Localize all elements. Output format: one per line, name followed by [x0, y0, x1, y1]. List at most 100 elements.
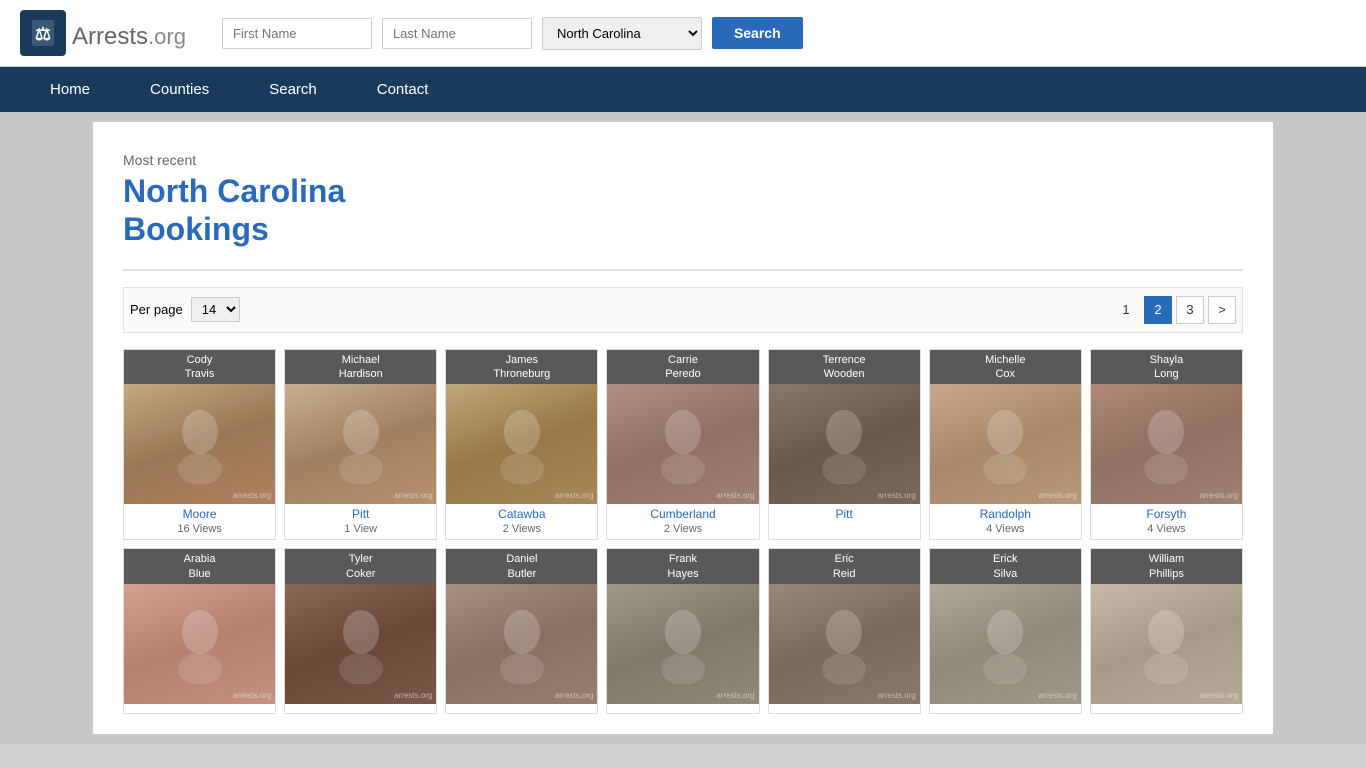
watermark: arrests.org — [555, 491, 593, 500]
per-page-area: Per page 142856 — [130, 297, 240, 322]
booking-card[interactable]: Michael Hardison arrests.org Pitt1 View — [284, 349, 437, 541]
watermark: arrests.org — [877, 691, 915, 700]
watermark: arrests.org — [233, 691, 271, 700]
booking-views — [446, 708, 597, 713]
per-page-label: Per page — [130, 302, 183, 317]
booking-views: 2 Views — [607, 522, 758, 539]
booking-name-top: Erick Silva — [930, 549, 1081, 584]
booking-views — [607, 708, 758, 713]
booking-card[interactable]: Terrence Wooden arrests.org Pitt — [768, 349, 921, 541]
booking-name-top: Tyler Coker — [285, 549, 436, 584]
booking-name-top: Shayla Long — [1091, 350, 1242, 385]
watermark: arrests.org — [716, 491, 754, 500]
booking-views — [124, 708, 275, 713]
booking-photo: arrests.org — [930, 384, 1081, 504]
booking-name-top: William Phillips — [1091, 549, 1242, 584]
booking-county: Pitt — [285, 504, 436, 522]
booking-photo: arrests.org — [607, 584, 758, 704]
booking-county: Catawba — [446, 504, 597, 522]
booking-county: Forsyth — [1091, 504, 1242, 522]
booking-name-top: Daniel Butler — [446, 549, 597, 584]
booking-views — [1091, 708, 1242, 713]
page-title-line2: Bookings — [123, 211, 269, 247]
booking-card[interactable]: Eric Reid arrests.org — [768, 548, 921, 714]
page-title-line1: North Carolina — [123, 173, 345, 209]
state-select[interactable]: North CarolinaAlabamaAlaskaArizonaArkans… — [542, 17, 702, 50]
booking-views: 1 View — [285, 522, 436, 539]
watermark: arrests.org — [716, 691, 754, 700]
booking-card[interactable]: James Throneburg arrests.orgCatawba2 Vie… — [445, 349, 598, 541]
page-1-num[interactable]: 1 — [1112, 296, 1140, 324]
booking-card[interactable]: Carrie Peredo arrests.org Cumberland2 Vie… — [606, 349, 759, 541]
booking-photo: arrests.org — [285, 584, 436, 704]
booking-county: Randolph — [930, 504, 1081, 522]
nav-item-counties[interactable]: Counties — [120, 67, 239, 112]
watermark: arrests.org — [394, 491, 432, 500]
grid-controls: Per page 142856 1 2 3 > — [123, 287, 1243, 333]
booking-card[interactable]: Cody Travis arrests.org Moore16 Views — [123, 349, 276, 541]
booking-photo: arrests.org — [769, 584, 920, 704]
booking-name-top: Terrence Wooden — [769, 350, 920, 385]
nav-item-search[interactable]: Search — [239, 67, 347, 112]
title-area: Most recent North Carolina Bookings — [123, 142, 1243, 269]
booking-card[interactable]: William Phillips arrests.org — [1090, 548, 1243, 714]
last-name-input[interactable] — [382, 18, 532, 49]
booking-photo: arrests.org — [1091, 384, 1242, 504]
booking-photo: arrests.org — [1091, 584, 1242, 704]
nav-item-contact[interactable]: Contact — [347, 67, 459, 112]
booking-views — [769, 522, 920, 527]
watermark: arrests.org — [1200, 491, 1238, 500]
watermark: arrests.org — [233, 491, 271, 500]
search-button[interactable]: Search — [712, 17, 803, 49]
booking-photo: arrests.org — [769, 384, 920, 504]
booking-views: 4 Views — [1091, 522, 1242, 539]
booking-card[interactable]: Frank Hayes arrests.org — [606, 548, 759, 714]
watermark: arrests.org — [555, 691, 593, 700]
watermark: arrests.org — [1039, 491, 1077, 500]
booking-views: 16 Views — [124, 522, 275, 539]
watermark: arrests.org — [1039, 691, 1077, 700]
booking-county: Moore — [124, 504, 275, 522]
page-3-num[interactable]: 3 — [1176, 296, 1204, 324]
main-content: Most recent North Carolina Bookings Per … — [93, 122, 1273, 734]
booking-views — [769, 708, 920, 713]
booking-photo: arrests.org — [124, 384, 275, 504]
booking-card[interactable]: Tyler Coker arrests.org — [284, 548, 437, 714]
booking-photo: arrests.org — [124, 584, 275, 704]
watermark: arrests.org — [1200, 691, 1238, 700]
main-nav: Home Counties Search Contact — [0, 67, 1366, 112]
booking-name-top: Eric Reid — [769, 549, 920, 584]
svg-text:⚖: ⚖ — [35, 24, 51, 44]
most-recent-label: Most recent — [123, 152, 1243, 168]
per-page-select[interactable]: 142856 — [191, 297, 240, 322]
booking-county: Pitt — [769, 504, 920, 522]
booking-photo: arrests.org — [607, 384, 758, 504]
page-2-num[interactable]: 2 — [1144, 296, 1172, 324]
booking-name-top: Arabia Blue — [124, 549, 275, 584]
booking-name-top: James Throneburg — [446, 350, 597, 385]
booking-name-top: Michelle Cox — [930, 350, 1081, 385]
booking-card[interactable]: Shayla Long arrests.org Forsyth4 Views — [1090, 349, 1243, 541]
logo-area[interactable]: ⚖ Arrests.org — [20, 10, 186, 56]
site-header: ⚖ Arrests.org North CarolinaAlabamaAlask… — [0, 0, 1366, 67]
watermark: arrests.org — [877, 491, 915, 500]
booking-card[interactable]: Michelle Cox arrests.org Randolph4 Views — [929, 349, 1082, 541]
next-page-btn[interactable]: > — [1208, 296, 1236, 324]
booking-views: 4 Views — [930, 522, 1081, 539]
booking-card[interactable]: Daniel Butler arrests.org — [445, 548, 598, 714]
booking-card[interactable]: Arabia Blue arrests.org — [123, 548, 276, 714]
search-form: North CarolinaAlabamaAlaskaArizonaArkans… — [222, 17, 803, 50]
booking-county: Cumberland — [607, 504, 758, 522]
booking-name-top: Frank Hayes — [607, 549, 758, 584]
booking-card[interactable]: Erick Silva arrests.org — [929, 548, 1082, 714]
first-name-input[interactable] — [222, 18, 372, 49]
booking-name-top: Michael Hardison — [285, 350, 436, 385]
watermark: arrests.org — [394, 691, 432, 700]
booking-photo: arrests.org — [446, 584, 597, 704]
nav-item-home[interactable]: Home — [20, 67, 120, 112]
booking-photo: arrests.org — [930, 584, 1081, 704]
pagination: 1 2 3 > — [1112, 296, 1236, 324]
booking-views — [930, 708, 1081, 713]
booking-name-top: Cody Travis — [124, 350, 275, 385]
booking-name-top: Carrie Peredo — [607, 350, 758, 385]
